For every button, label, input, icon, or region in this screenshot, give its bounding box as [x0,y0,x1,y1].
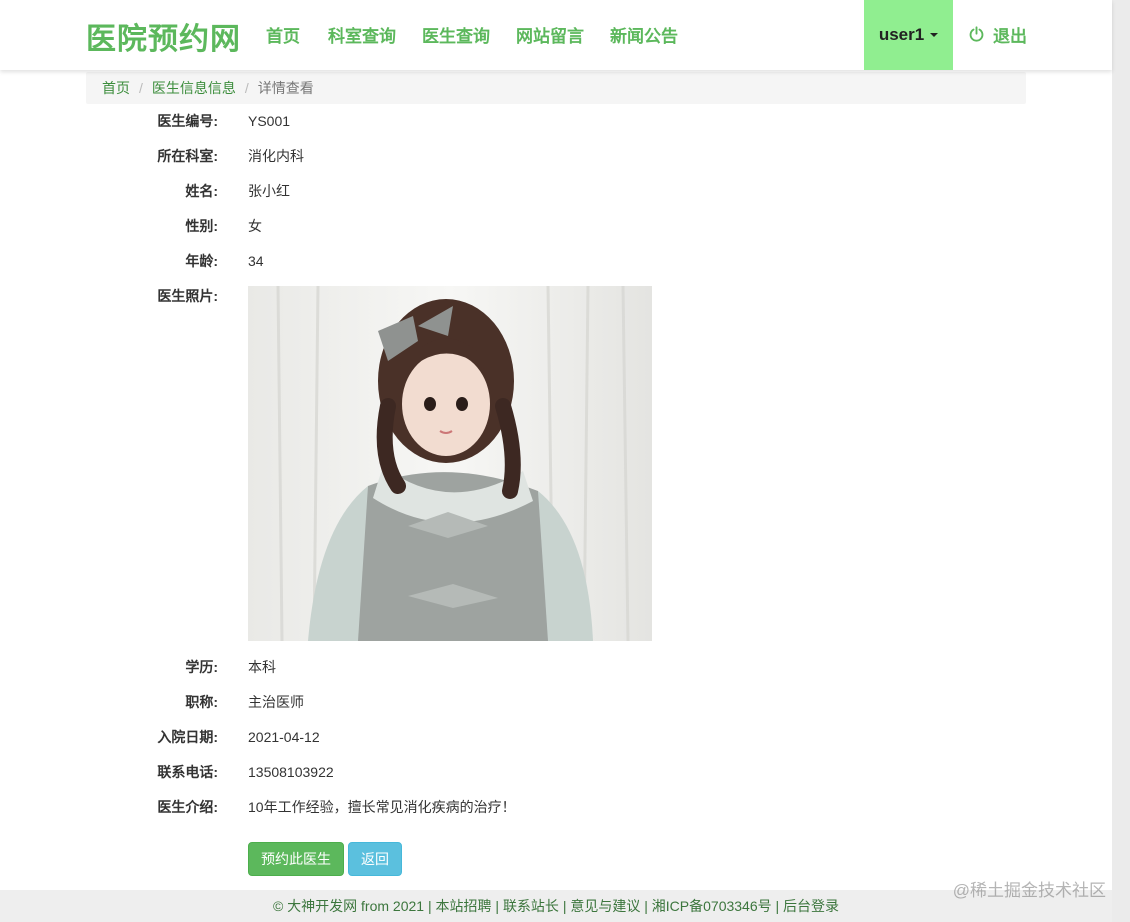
breadcrumb-section[interactable]: 医生信息信息 [152,78,236,98]
top-navbar: 医院预约网 首页 科室查询 医生查询 网站留言 新闻公告 user1 退出 [0,0,1112,70]
footer-divider: | [427,898,436,914]
name-value: 张小红 [248,183,290,199]
department-value: 消化内科 [248,148,304,164]
footer-divider: | [775,898,784,914]
user-name: user1 [878,25,925,44]
breadcrumb-separator: / [139,80,143,96]
detail-label: 医生编号: [157,113,218,129]
nav-department-search[interactable]: 科室查询 [328,22,396,47]
site-footer: © 大神开发网 from 2021 | 本站招聘 | 联系站长 | 意见与建议 … [0,890,1112,922]
detail-label: 职称: [185,694,218,710]
doctor-photo [248,286,652,641]
back-button[interactable]: 返回 [348,842,402,876]
logout-label: 退出 [993,27,1027,46]
power-icon [969,26,984,42]
nav-guestbook[interactable]: 网站留言 [516,22,584,47]
watermark-text: @稀土掘金技术社区 [952,881,1106,900]
footer-link-contact[interactable]: 联系站长 [503,898,559,914]
footer-link-icp[interactable]: 湘ICP备0703346号 [652,898,772,914]
breadcrumb-separator: / [244,80,249,96]
logout-link[interactable]: 退出 [968,22,1027,47]
detail-label: 联系电话: [157,764,218,780]
footer-divider: | [644,898,652,914]
age-value: 34 [248,253,264,269]
detail-label: 医生照片: [157,288,218,304]
page-scroll-strip [1112,0,1130,922]
hire-date-value: 2021-04-12 [248,729,320,745]
education-value: 本科 [248,659,276,675]
footer-link-recruit[interactable]: 本站招聘 [436,898,492,914]
breadcrumb: 首页 / 医生信息信息 / 详情查看 [86,72,1026,104]
breadcrumb-home[interactable]: 首页 [102,78,130,98]
detail-label: 性别: [185,218,218,234]
detail-label: 所在科室: [157,148,218,164]
nav-doctor-search[interactable]: 医生查询 [422,22,490,47]
doctor-portrait-image [248,286,652,641]
intro-value: 10年工作经验，擅长常见消化疾病的治疗！ [248,799,516,815]
caret-down-icon [930,33,939,37]
detail-label: 学历: [185,659,218,675]
phone-value: 13508103922 [248,764,334,780]
footer-copyright: © 大神开发网 from 2021 [272,898,425,914]
detail-label: 医生介绍: [157,799,218,815]
doctor-id-value: YS001 [248,113,291,129]
nav-home[interactable]: 首页 [266,22,300,47]
site-logo[interactable]: 医院预约网 [86,14,241,58]
footer-divider: | [495,898,503,914]
title-value: 主治医师 [248,694,304,710]
breadcrumb-current: 详情查看 [257,80,314,96]
detail-label: 年龄: [185,253,218,269]
footer-link-admin-login[interactable]: 后台登录 [783,898,839,914]
user-dropdown[interactable]: user1 [864,0,953,70]
detail-label: 入院日期: [157,729,218,745]
gender-value: 女 [248,218,262,234]
detail-label: 姓名: [185,183,218,199]
book-doctor-button[interactable]: 预约此医生 [248,842,344,876]
footer-link-feedback[interactable]: 意见与建议 [570,898,640,914]
nav-news[interactable]: 新闻公告 [610,22,678,47]
